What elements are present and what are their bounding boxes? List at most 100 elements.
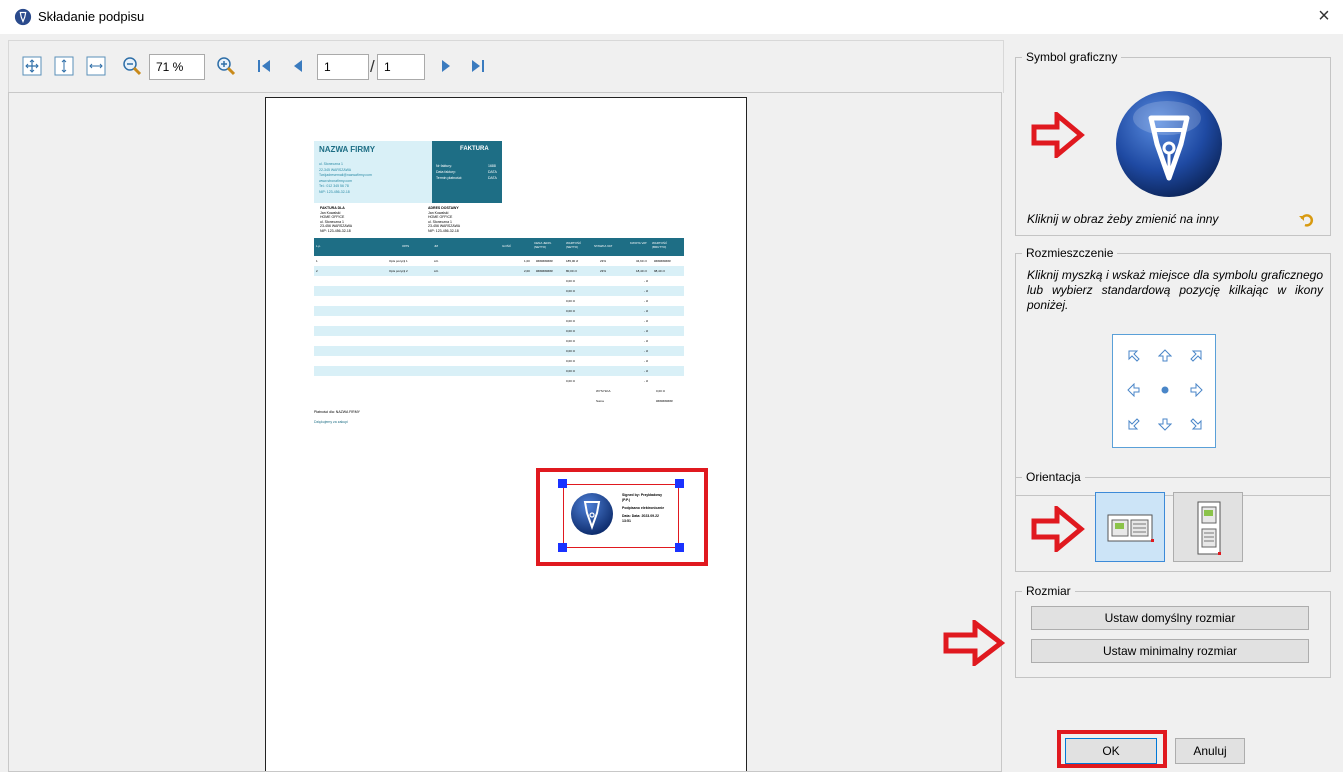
vertical-layout-icon (1197, 501, 1221, 555)
page-separator: / (370, 57, 375, 76)
empty-row-net: 0,00 zł (566, 359, 575, 363)
size-group: Rozmiar (1015, 584, 1331, 678)
pen-nib-logo-icon[interactable] (1113, 88, 1225, 200)
table-row: 1 Opis pozycji 1 szt. 1,00 ########## 18… (316, 259, 671, 263)
resize-handle-bottom-right[interactable] (675, 543, 684, 552)
table-row: 2 Opis pozycji 2 szt. 2,00 ########## 80… (314, 266, 684, 276)
resize-handle-top-left[interactable] (558, 479, 567, 488)
fit-width-icon[interactable] (85, 55, 107, 77)
empty-row-net: 0,00 zł (566, 349, 575, 353)
signature-text: Signed by: Przykładowy (P.P.) Podpisano … (622, 493, 665, 523)
zoom-input[interactable]: 71 % (149, 54, 205, 80)
orientation-vertical-button[interactable] (1173, 492, 1243, 562)
next-page-icon[interactable] (435, 55, 457, 77)
placement-group-legend: Rozmieszczenie (1026, 246, 1114, 260)
table-row: 0,00 zł - zł (314, 336, 684, 346)
page-total-field: 1 (377, 54, 425, 80)
empty-row-vat: - zł (644, 319, 648, 323)
position-left-icon[interactable] (1127, 383, 1141, 397)
document-preview[interactable]: NAZWA FIRMY ul. Słoneczna 1 22-345 WARSZA… (8, 92, 1002, 772)
empty-row-vat: - zł (644, 289, 648, 293)
invoice-meta-box: FAKTURA Nr faktury: Data faktury: Termin p… (432, 141, 502, 203)
empty-row-net: 0,00 zł (566, 339, 575, 343)
payment-footer: Płatności dla: NAZWA FIRMY (314, 410, 360, 414)
position-center-icon[interactable] (1158, 383, 1172, 397)
empty-row-vat: - zł (644, 369, 648, 373)
empty-row-net: 0,00 zł (566, 299, 575, 303)
undo-icon[interactable] (1299, 212, 1315, 228)
table-row: 0,00 zł - zł (314, 366, 684, 376)
empty-row-vat: - zł (644, 279, 648, 283)
table-row: 0,00 zł - zł (314, 276, 684, 286)
title-bar: Składanie podpisu × (0, 0, 1343, 34)
pen-logo-icon (14, 8, 32, 26)
table-row: 0,00 zł - zł (314, 356, 684, 366)
empty-row-vat: - zł (644, 299, 648, 303)
empty-row-net: 0,00 zł (566, 329, 575, 333)
invoice-meta-values: 1688 DATA DATA (488, 164, 497, 180)
company-name: NAZWA FIRMY (319, 145, 376, 154)
symbol-hint: Kliknij w obraz żeby zmienić na inny (1027, 212, 1219, 226)
position-bottom-icon[interactable] (1158, 417, 1172, 431)
default-size-button[interactable]: Ustaw domyślny rozmiar (1031, 606, 1309, 630)
invoice-title: FAKTURA (460, 146, 489, 152)
empty-row-net: 0,00 zł (566, 309, 575, 313)
preview-toolbar: 71 % 1 / 1 (8, 40, 1004, 93)
summary-values: 0,00 zł ########## (656, 389, 673, 403)
fit-page-icon[interactable] (21, 55, 43, 77)
position-top-icon[interactable] (1158, 349, 1172, 363)
zoom-out-icon[interactable] (121, 55, 143, 77)
settings-panel: Symbol graficzny Kliknij w obraz żeby zm… (943, 40, 1339, 772)
minimum-size-button[interactable]: Ustaw minimalny rozmiar (1031, 639, 1309, 663)
horizontal-layout-icon (1107, 514, 1154, 542)
ship-to-block: ADRES DOSTAWY Jan Kowalski HOME OFFICE ul… (428, 206, 461, 233)
fit-height-icon[interactable] (53, 55, 75, 77)
table-row: 0,00 zł - zł (314, 286, 684, 296)
invoice-meta-labels: Nr faktury: Data faktury: Termin płatności… (436, 164, 463, 180)
placement-instructions: Kliknij myszką i wskaż miejsce dla symbo… (1027, 268, 1323, 312)
table-row: 0,00 zł - zł (314, 376, 684, 386)
empty-row-vat: - zł (644, 359, 648, 363)
table-row: 0,00 zł - zł (314, 306, 684, 316)
signature-stamp[interactable]: Signed by: Przykładowy (P.P.) Podpisano … (563, 484, 679, 548)
empty-row-net: 0,00 zł (566, 379, 575, 383)
company-header-box: NAZWA FIRMY ul. Słoneczna 1 22-345 WARSZA… (314, 141, 432, 203)
table-row: 0,00 zł - zł (314, 316, 684, 326)
close-icon[interactable]: × (1312, 4, 1336, 28)
resize-handle-top-right[interactable] (675, 479, 684, 488)
zoom-in-icon[interactable] (215, 55, 237, 77)
red-arrow-orientation-icon (1031, 506, 1085, 552)
empty-row-net: 0,00 zł (566, 319, 575, 323)
page-number-input[interactable]: 1 (317, 54, 369, 80)
thanks-note: Dziękujemy za zakupi (314, 420, 348, 424)
last-page-icon[interactable] (467, 55, 489, 77)
cancel-button[interactable]: Anuluj (1175, 738, 1245, 764)
size-group-legend: Rozmiar (1026, 584, 1071, 598)
orientation-horizontal-button[interactable] (1095, 492, 1165, 562)
window-title: Składanie podpisu (38, 9, 145, 24)
position-bottom-right-icon[interactable] (1189, 417, 1203, 431)
table-row: 0,00 zł - zł (314, 326, 684, 336)
position-top-left-icon[interactable] (1127, 349, 1141, 363)
position-right-icon[interactable] (1189, 383, 1203, 397)
symbol-group-legend: Symbol graficzny (1026, 50, 1118, 64)
placement-grid (1112, 334, 1216, 448)
bill-to-block: FAKTURA DLA Jan Kowalski HOME OFFICE ul. … (320, 206, 353, 233)
summary-labels: WYSYŁKA Suma (596, 389, 611, 403)
position-bottom-left-icon[interactable] (1127, 417, 1141, 431)
document-page[interactable]: NAZWA FIRMY ul. Słoneczna 1 22-345 WARSZA… (265, 97, 747, 771)
previous-page-icon[interactable] (287, 55, 309, 77)
first-page-icon[interactable] (253, 55, 275, 77)
empty-row-net: 0,00 zł (566, 369, 575, 373)
invoice-rows: 1 Opis pozycji 1 szt. 1,00 ########## 18… (314, 256, 684, 276)
empty-row-net: 0,00 zł (566, 279, 575, 283)
red-arrow-symbol-icon (1031, 112, 1085, 158)
empty-row-vat: - zł (644, 349, 648, 353)
table-row: 0,00 zł - zł (314, 346, 684, 356)
position-top-right-icon[interactable] (1189, 349, 1203, 363)
invoice-empty-rows: 0,00 zł - zł 0,00 zł - zł 0,00 zł - zł 0,00 zł… (314, 276, 684, 386)
resize-handle-bottom-left[interactable] (558, 543, 567, 552)
company-lines: ul. Słoneczna 1 22-345 WARSZAWA Twójadres… (319, 162, 372, 194)
ok-button[interactable]: OK (1065, 738, 1157, 764)
empty-row-vat: - zł (644, 339, 648, 343)
